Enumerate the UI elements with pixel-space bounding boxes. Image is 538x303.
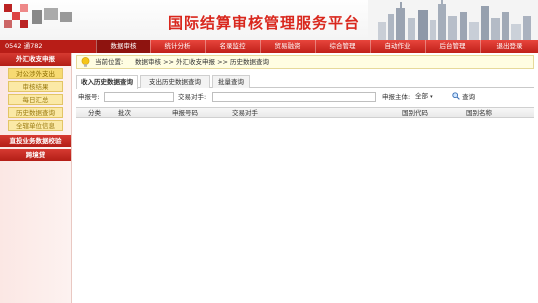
sidebar-item-history-query[interactable]: 历史数据查询	[8, 107, 63, 118]
nav-item-auto-jobs[interactable]: 自动作业	[370, 40, 424, 53]
nav-item-data-review[interactable]: 数据审核	[96, 40, 150, 53]
app-root: 国际结算审核管理服务平台 0542 通782 数据审核 统计分析 名录监控 贸易…	[0, 0, 538, 303]
sidebar-item-review-results[interactable]: 审核结果	[8, 81, 63, 92]
platform-title: 国际结算审核管理服务平台	[168, 14, 361, 32]
nav-item-backend[interactable]: 后台管理	[425, 40, 479, 53]
sidebar-item-cross-border-loan[interactable]: 跨境贷	[0, 149, 71, 161]
tab-income-history[interactable]: 收入历史数据查询	[76, 75, 138, 89]
sidebar-item-daily-summary[interactable]: 每日汇总	[8, 94, 63, 105]
subject-label: 申报主体:	[382, 93, 411, 101]
subject-select[interactable]: 全部 ▾	[414, 92, 444, 102]
city-skyline-image	[368, 0, 538, 40]
counterparty-input[interactable]	[212, 92, 376, 102]
column-header-country-code[interactable]: 国别代码	[402, 108, 428, 118]
sidebar-item-direct-investment-check[interactable]: 直投业务数据校验	[0, 135, 71, 147]
nav-item-trade-finance[interactable]: 贸易融资	[260, 40, 314, 53]
tab-expense-history[interactable]: 支出历史数据查询	[140, 75, 210, 88]
nav-item-directory-monitor[interactable]: 名录监控	[205, 40, 259, 53]
report-no-input[interactable]	[104, 92, 174, 102]
column-header-country-name[interactable]: 国别名称	[466, 108, 492, 118]
lightbulb-icon	[81, 57, 90, 67]
results-table-header: 分类 批次 申报号码 交易对手 国别代码 国别名称	[76, 107, 534, 118]
breadcrumb-label: 当前位置:	[95, 58, 124, 66]
nav-item-statistics[interactable]: 统计分析	[150, 40, 204, 53]
top-nav-bar: 0542 通782 数据审核 统计分析 名录监控 贸易融资 综合管理 自动作业 …	[0, 40, 538, 53]
column-header-category[interactable]: 分类	[88, 108, 101, 118]
chevron-down-icon: ▾	[430, 94, 433, 100]
column-header-batch[interactable]: 批次	[118, 108, 131, 118]
filter-row: 申报号: 交易对手: 申报主体: 全部 ▾ 查询	[76, 91, 534, 103]
brand-logo	[4, 4, 78, 36]
breadcrumb: 当前位置: 数据审核 >> 外汇收支申报 >> 历史数据查询	[76, 55, 534, 69]
sidebar: 外汇收支申报 对公涉外支出 审核结果 每日汇总 历史数据查询 全辖单位信息 直投…	[0, 53, 72, 303]
sidebar-item-unit-info[interactable]: 全辖单位信息	[8, 120, 63, 131]
search-button[interactable]: 查询	[452, 91, 475, 103]
search-button-label: 查询	[462, 93, 476, 101]
report-no-label: 申报号:	[78, 93, 100, 101]
sidebar-item-corporate-outward[interactable]: 对公涉外支出	[8, 68, 63, 79]
nav-item-general-management[interactable]: 综合管理	[315, 40, 369, 53]
breadcrumb-path: 数据审核 >> 外汇收支申报 >> 历史数据查询	[135, 58, 270, 66]
counterparty-label: 交易对手:	[178, 93, 207, 101]
nav-item-logout[interactable]: 退出登录	[480, 40, 538, 53]
search-icon	[452, 92, 460, 100]
query-tabs: 收入历史数据查询 支出历史数据查询 批量查询	[76, 75, 534, 89]
tab-batch-query[interactable]: 批量查询	[212, 75, 250, 88]
main-content: 当前位置: 数据审核 >> 外汇收支申报 >> 历史数据查询 收入历史数据查询 …	[72, 53, 538, 303]
subject-select-value: 全部	[415, 92, 428, 100]
column-header-counterparty[interactable]: 交易对手	[232, 108, 258, 118]
header-banner: 国际结算审核管理服务平台	[0, 0, 538, 40]
column-header-report-no[interactable]: 申报号码	[172, 108, 198, 118]
sidebar-section-title[interactable]: 外汇收支申报	[0, 53, 71, 66]
user-info: 0542 通782	[0, 40, 96, 53]
